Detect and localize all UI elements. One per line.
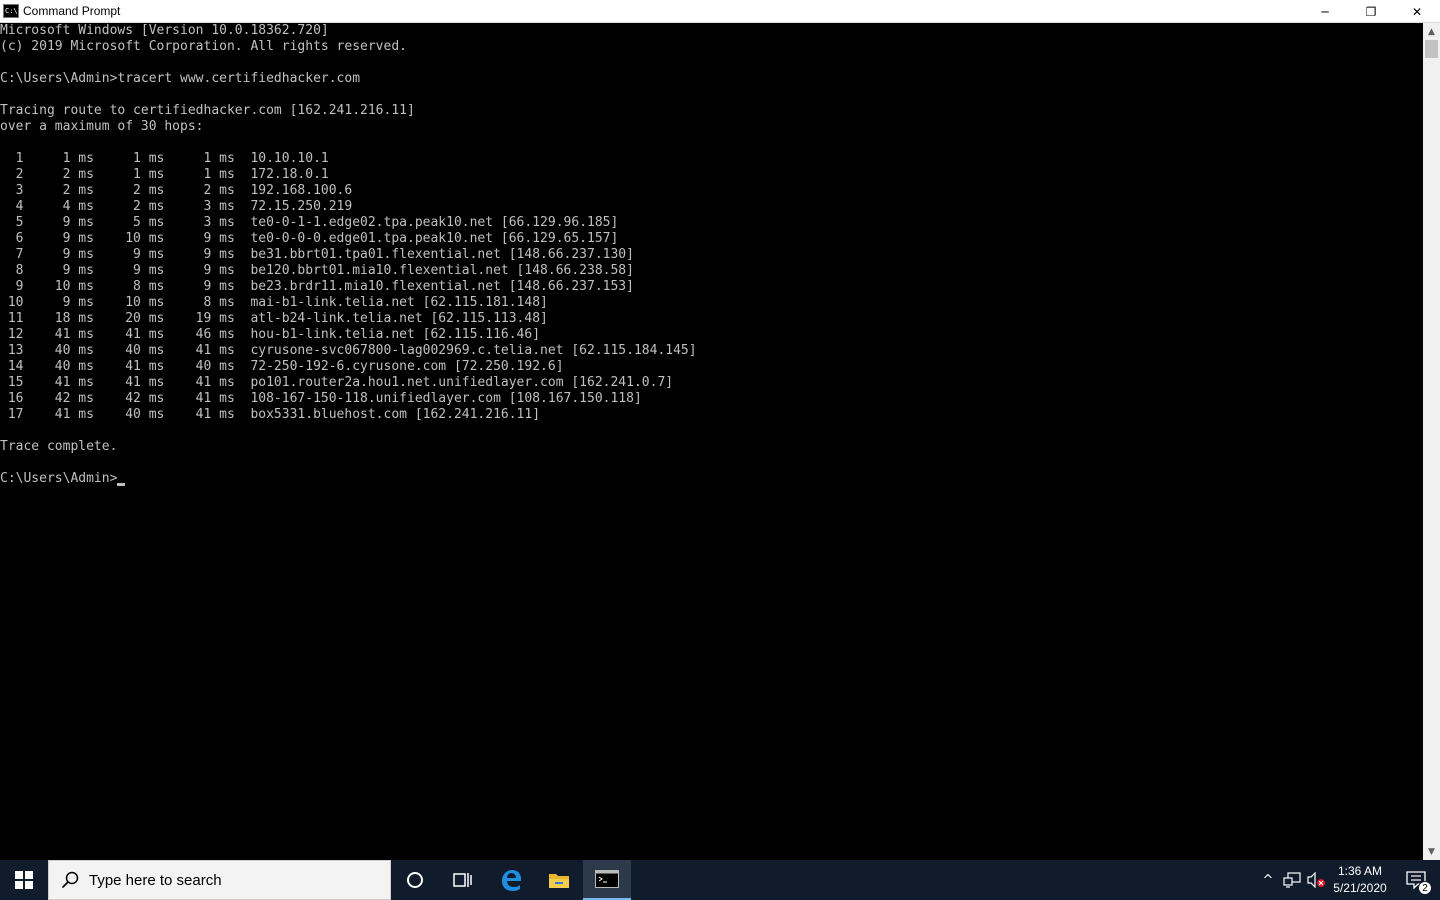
console-line: 15 41 ms 41 ms 41 ms po101.router2a.hou1… [0,375,674,390]
cmd-icon [595,870,619,888]
prompt-line[interactable]: C:\Users\Admin> [0,471,1423,487]
command-prompt-taskbar-button[interactable] [583,860,631,900]
cmd-app-icon: C:\ [3,4,19,18]
clock-date: 5/21/2020 [1333,881,1387,895]
text-cursor [117,483,126,486]
console-line: 9 10 ms 8 ms 9 ms be23.brdr11.mia10.flex… [0,279,634,294]
console-line: 2 2 ms 1 ms 1 ms 172.18.0.1 [0,167,329,182]
console-line: Microsoft Windows [Version 10.0.18362.72… [0,23,329,38]
start-button[interactable] [0,860,48,900]
folder-icon [549,874,569,888]
console-line: 12 41 ms 41 ms 46 ms hou-b1-link.telia.n… [0,327,541,342]
restore-button[interactable]: ❐ [1348,0,1394,23]
console-line: 10 9 ms 10 ms 8 ms mai-b1-link.telia.net… [0,295,548,310]
scroll-thumb[interactable] [1425,40,1438,58]
console-line: 17 41 ms 40 ms 41 ms box5331.bluehost.co… [0,407,541,422]
console-line: 7 9 ms 9 ms 9 ms be31.bbrt01.tpa01.flexe… [0,247,634,262]
file-explorer-button[interactable] [535,860,583,900]
vertical-scrollbar[interactable]: ▲ ▼ [1423,23,1440,860]
minimize-button[interactable]: ─ [1302,0,1348,23]
console-line: 4 4 ms 2 ms 3 ms 72.15.250.219 [0,199,353,214]
show-hidden-icons-chevron-icon[interactable]: ^ [1256,860,1280,900]
console-line: over a maximum of 30 hops: [0,119,204,134]
console-line: Trace complete. [0,439,118,454]
search-placeholder: Type here to search [89,871,222,889]
console-line: (c) 2019 Microsoft Corporation. All righ… [0,39,407,54]
windows-logo-icon [15,871,33,889]
action-center-button[interactable]: 2 [1392,860,1440,900]
scroll-up-arrow-icon[interactable]: ▲ [1423,23,1440,40]
console-lines: Microsoft Windows [Version 10.0.18362.72… [0,23,1423,471]
console-line: 1 1 ms 1 ms 1 ms 10.10.10.1 [0,151,329,166]
console-line: C:\Users\Admin>tracert www.certifiedhack… [0,71,361,86]
close-button[interactable]: ✕ [1394,0,1440,23]
taskbar-search-box[interactable]: Type here to search [48,860,391,900]
task-view-icon [453,873,472,887]
cortana-button[interactable] [391,860,439,900]
console-line: Tracing route to certifiedhacker.com [16… [0,103,415,118]
system-tray: ^ 1:36 AM 5/21/2020 2 [1256,860,1440,900]
window-title: Command Prompt [23,4,121,18]
console-line: 8 9 ms 9 ms 9 ms be120.bbrt01.mia10.flex… [0,263,634,278]
scroll-down-arrow-icon[interactable]: ▼ [1423,843,1440,860]
edge-browser-button[interactable] [487,860,535,900]
taskbar-clock[interactable]: 1:36 AM 5/21/2020 [1328,863,1392,897]
cortana-circle-icon [407,872,423,888]
console-line: 5 9 ms 5 ms 3 ms te0-0-1-1.edge02.tpa.pe… [0,215,619,230]
edge-icon [502,870,521,891]
window-controls: ─ ❐ ✕ [1302,0,1440,23]
console-output[interactable]: Microsoft Windows [Version 10.0.18362.72… [0,23,1423,860]
console-line: 16 42 ms 42 ms 41 ms 108-167-150-118.uni… [0,391,642,406]
task-view-button[interactable] [439,860,487,900]
prompt-text: C:\Users\Admin> [0,471,118,486]
taskbar: Type here to search ^ 1:36 AM 5/21/2020 … [0,860,1440,900]
console-line: 13 40 ms 40 ms 41 ms cyrusone-svc067800-… [0,343,697,358]
console-line: 3 2 ms 2 ms 2 ms 192.168.100.6 [0,183,353,198]
volume-muted-icon[interactable] [1304,860,1328,900]
search-icon [61,871,79,889]
network-icon[interactable] [1280,860,1304,900]
title-bar[interactable]: C:\ Command Prompt ─ ❐ ✕ [0,0,1440,23]
clock-time: 1:36 AM [1337,864,1383,878]
console-line: 6 9 ms 10 ms 9 ms te0-0-0-0.edge01.tpa.p… [0,231,619,246]
console-line: 14 40 ms 41 ms 40 ms 72-250-192-6.cyruso… [0,359,564,374]
console-line: 11 18 ms 20 ms 19 ms atl-b24-link.telia.… [0,311,548,326]
notification-count-badge: 2 [1418,881,1432,895]
